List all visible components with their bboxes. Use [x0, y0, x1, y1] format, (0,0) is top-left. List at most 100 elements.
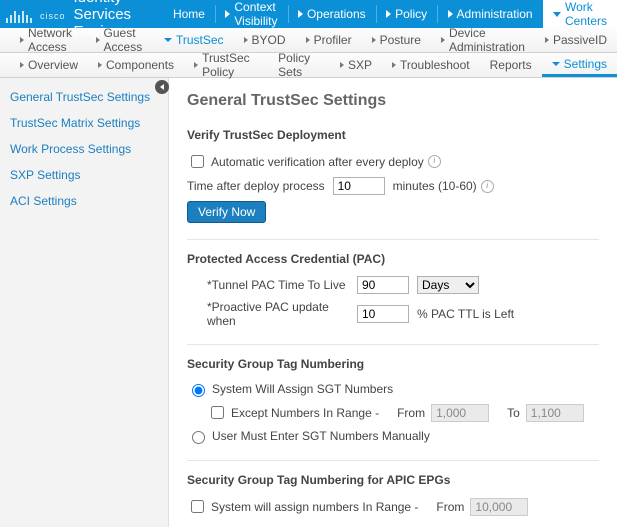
- label: Components: [106, 58, 174, 72]
- apic-from-label: From: [436, 500, 464, 514]
- chevron-right-icon: [20, 37, 24, 43]
- info-icon[interactable]: i: [481, 180, 494, 193]
- topbar: cisco Identity Services Engine Home Cont…: [0, 0, 617, 28]
- subnav1-byod[interactable]: BYOD: [234, 28, 296, 52]
- chevron-right-icon: [441, 37, 445, 43]
- subnav1-network-access[interactable]: Network Access: [10, 28, 86, 52]
- auto-verification-checkbox[interactable]: [191, 155, 204, 168]
- topnav-workcenters[interactable]: Work Centers: [543, 0, 617, 28]
- sgt-to-input[interactable]: [526, 404, 584, 422]
- label: TrustSec: [176, 33, 224, 47]
- label: BYOD: [252, 33, 286, 47]
- apic-assign-range-label: System will assign numbers In Range -: [211, 500, 418, 514]
- leftnav-sxp-settings[interactable]: SXP Settings: [0, 162, 168, 188]
- label: Policy Sets: [278, 51, 320, 79]
- collapse-leftnav-button[interactable]: [155, 80, 169, 94]
- label: Troubleshoot: [400, 58, 470, 72]
- sgt-system-assign-label: System Will Assign SGT Numbers: [212, 382, 393, 396]
- time-after-deploy-input[interactable]: [333, 177, 385, 195]
- company-name: cisco: [40, 11, 66, 21]
- chevron-right-icon: [448, 10, 453, 18]
- label: Reports: [490, 58, 532, 72]
- apic-from-input[interactable]: [470, 498, 528, 516]
- label: Network Access: [28, 26, 76, 54]
- section-verify-title: Verify TrustSec Deployment: [187, 128, 599, 142]
- subnav2-overview[interactable]: Overview: [10, 53, 88, 77]
- content-pane: General TrustSec Settings Verify TrustSe…: [169, 78, 617, 527]
- chevron-right-icon: [98, 62, 102, 68]
- chevron-right-icon: [545, 37, 549, 43]
- topnav-policy-label: Policy: [395, 7, 427, 21]
- info-icon[interactable]: i: [428, 155, 441, 168]
- chevron-down-icon: [553, 12, 561, 17]
- subnav1-trustsec[interactable]: TrustSec: [154, 28, 234, 52]
- topnav-context-label: Context Visibility: [234, 0, 277, 28]
- section-divider: [187, 239, 599, 240]
- topnav-operations[interactable]: Operations: [288, 0, 376, 28]
- verify-now-button[interactable]: Verify Now: [187, 201, 266, 223]
- topnav-administration[interactable]: Administration: [438, 0, 543, 28]
- topnav-home[interactable]: Home: [163, 0, 215, 28]
- topnav-context[interactable]: Context Visibility: [215, 0, 287, 28]
- subnav1-device-admin[interactable]: Device Administration: [431, 28, 535, 52]
- topnav-home-label: Home: [173, 7, 205, 21]
- subnav1-passiveid[interactable]: PassiveID: [535, 28, 617, 52]
- chevron-right-icon: [194, 62, 198, 68]
- topnav-operations-label: Operations: [307, 7, 366, 21]
- sgt-from-input[interactable]: [431, 404, 489, 422]
- pac-ttl-input[interactable]: [357, 276, 409, 294]
- subnav2-components[interactable]: Components: [88, 53, 184, 77]
- topnav-admin-label: Administration: [457, 7, 533, 21]
- settings-leftnav: General TrustSec Settings TrustSec Matri…: [0, 78, 169, 527]
- sgt-system-assign-radio[interactable]: [192, 384, 205, 397]
- subnav2-troubleshoot[interactable]: Troubleshoot: [382, 53, 480, 77]
- leftnav-aci-settings[interactable]: ACI Settings: [0, 188, 168, 214]
- subnav-workcenters: Network Access Guest Access TrustSec BYO…: [0, 28, 617, 53]
- label: SXP: [348, 58, 372, 72]
- subnav1-posture[interactable]: Posture: [362, 28, 431, 52]
- pac-ttl-unit-select[interactable]: Days: [417, 276, 479, 294]
- chevron-down-icon: [552, 62, 560, 66]
- chevron-right-icon: [372, 37, 376, 43]
- subnav2-settings[interactable]: Settings: [542, 53, 617, 77]
- auto-verification-label: Automatic verification after every deplo…: [211, 155, 424, 169]
- chevron-right-icon: [386, 10, 391, 18]
- leftnav-trustsec-matrix[interactable]: TrustSec Matrix Settings: [0, 110, 168, 136]
- label: Device Administration: [449, 26, 525, 54]
- chevron-right-icon: [225, 10, 230, 18]
- label: Overview: [28, 58, 78, 72]
- label: Guest Access: [104, 26, 144, 54]
- topnav-policy[interactable]: Policy: [376, 0, 437, 28]
- sgt-from-label: From: [397, 406, 425, 420]
- subnav2-policy-sets[interactable]: Policy Sets: [268, 53, 330, 77]
- page-title: General TrustSec Settings: [187, 92, 599, 110]
- leftnav-general-trustsec[interactable]: General TrustSec Settings: [0, 84, 168, 110]
- leftnav-work-process[interactable]: Work Process Settings: [0, 136, 168, 162]
- apic-assign-range-checkbox[interactable]: [191, 500, 204, 513]
- chevron-right-icon: [244, 37, 248, 43]
- subnav2-trustsec-policy[interactable]: TrustSec Policy: [184, 53, 268, 77]
- chevron-right-icon: [340, 62, 344, 68]
- chevron-right-icon: [20, 62, 24, 68]
- label: Profiler: [314, 33, 352, 47]
- subnav1-guest-access[interactable]: Guest Access: [86, 28, 154, 52]
- topnav-workcenters-label: Work Centers: [565, 0, 607, 28]
- label: PassiveID: [553, 33, 607, 47]
- chevron-down-icon: [164, 38, 172, 42]
- subnav1-profiler[interactable]: Profiler: [296, 28, 362, 52]
- section-divider: [187, 344, 599, 345]
- subnav2-sxp[interactable]: SXP: [330, 53, 382, 77]
- pac-proactive-input[interactable]: [357, 305, 409, 323]
- label: TrustSec Policy: [202, 51, 258, 79]
- label: Settings: [564, 57, 607, 71]
- sgt-manual-radio[interactable]: [192, 431, 205, 444]
- cisco-logo-icon: [6, 5, 34, 23]
- main-wrapper: General TrustSec Settings TrustSec Matri…: [0, 78, 617, 527]
- section-apic-title: Security Group Tag Numbering for APIC EP…: [187, 473, 599, 487]
- chevron-right-icon: [96, 37, 100, 43]
- subnav2-reports[interactable]: Reports: [480, 53, 542, 77]
- section-pac-title: Protected Access Credential (PAC): [187, 252, 599, 266]
- sgt-to-label: To: [507, 406, 520, 420]
- sgt-except-range-checkbox[interactable]: [211, 406, 224, 419]
- sgt-manual-label: User Must Enter SGT Numbers Manually: [212, 429, 430, 443]
